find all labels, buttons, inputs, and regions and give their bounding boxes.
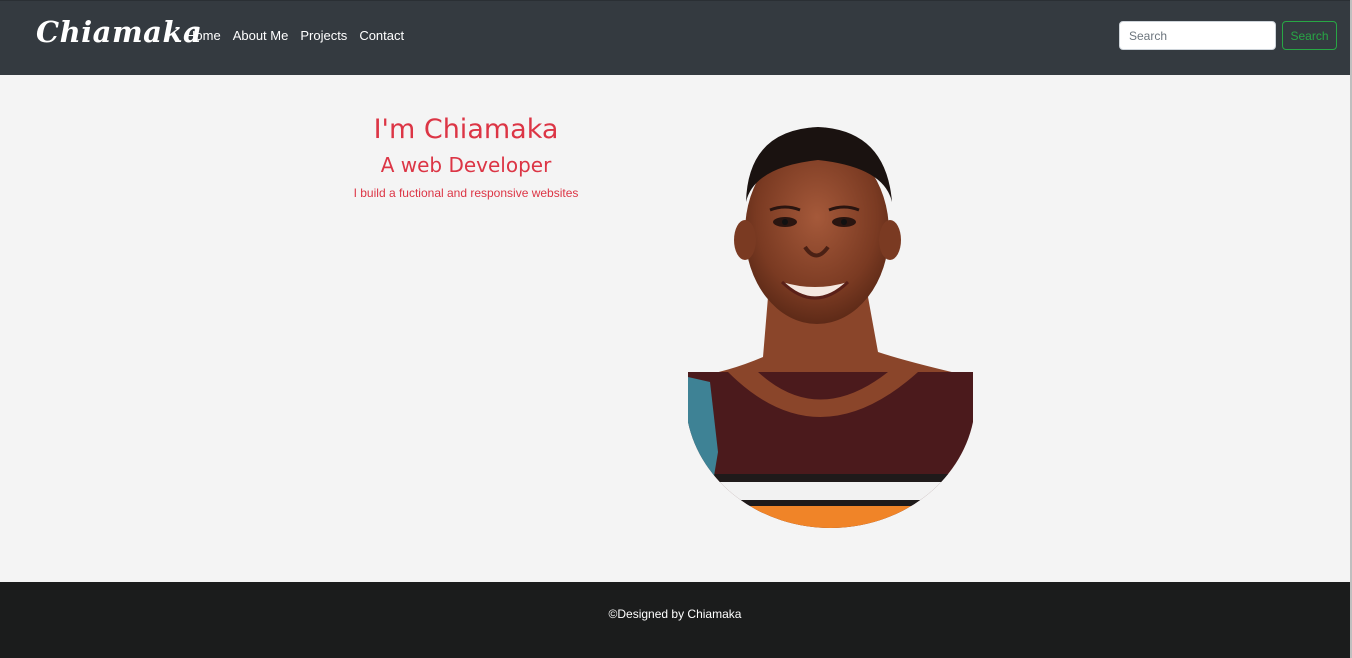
hero-text: I'm Chiamaka A web Developer I build a f… (316, 112, 616, 202)
navbar: Chiamaka Home About Me Projects Contact … (0, 0, 1352, 75)
nav-link-contact[interactable]: Contact (359, 28, 404, 43)
nav-link-about-me[interactable]: About Me (233, 28, 289, 43)
nav-link-home[interactable]: Home (186, 28, 221, 43)
hero-title: I'm Chiamaka (373, 114, 559, 145)
profile-photo (688, 127, 973, 528)
footer: ©Designed by Chiamaka (0, 582, 1350, 658)
brand-logo[interactable]: Chiamaka (36, 15, 202, 49)
footer-credit: ©Designed by Chiamaka (608, 607, 742, 621)
hero-description: I build a fuctional and responsive websi… (353, 186, 579, 200)
hero-subtitle: A web Developer (380, 153, 552, 177)
search-input[interactable] (1119, 21, 1276, 50)
search-button[interactable]: Search (1282, 21, 1337, 50)
nav-link-projects[interactable]: Projects (300, 28, 347, 43)
nav-links: Home About Me Projects Contact (186, 28, 404, 43)
